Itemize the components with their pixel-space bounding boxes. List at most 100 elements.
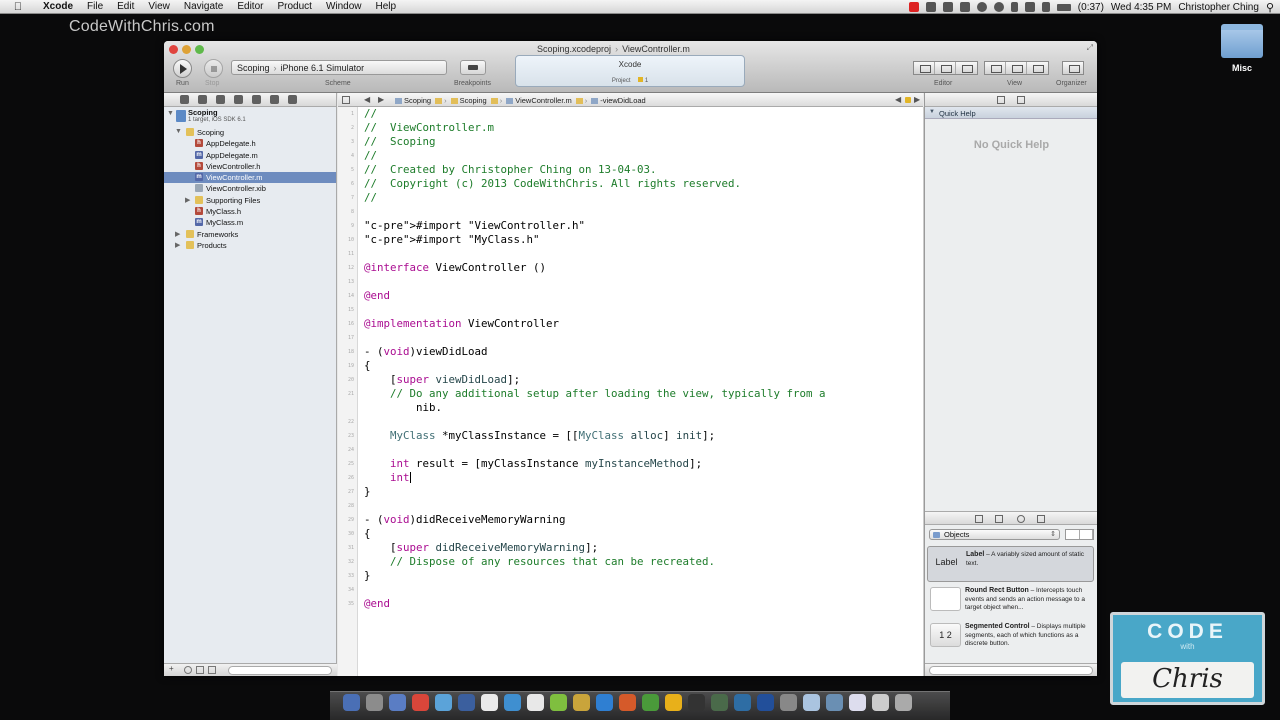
code-line[interactable]: // Do any additional setup after loading… (364, 387, 826, 401)
disclosure-open-icon[interactable]: ▼ (175, 128, 182, 135)
fullscreen-icon[interactable]: ⤢ (1087, 43, 1093, 53)
dock-app-icon[interactable] (573, 694, 590, 711)
dock-app-icon[interactable] (734, 694, 751, 711)
breakpoint-navigator-icon[interactable] (270, 95, 279, 104)
project-navigator-icon[interactable] (180, 95, 189, 104)
tree-row-file[interactable]: h AppDelegate.h (164, 138, 336, 149)
file-inspector-icon[interactable] (997, 96, 1005, 104)
code-line[interactable]: // Scoping (364, 135, 436, 149)
menu-help[interactable]: Help (369, 1, 404, 12)
code-line[interactable]: } (364, 569, 371, 583)
utilities-toggle-icon[interactable] (1027, 62, 1048, 74)
navigator-filter-field[interactable] (228, 666, 332, 675)
log-navigator-icon[interactable] (288, 95, 297, 104)
menu-file[interactable]: File (80, 1, 110, 12)
status-icon[interactable] (942, 2, 953, 12)
dock-app-icon[interactable] (895, 694, 912, 711)
code-line[interactable]: [super viewDidLoad]; (364, 373, 520, 387)
warning-icon[interactable] (638, 77, 644, 82)
issue-warning-icon[interactable] (905, 97, 911, 103)
tree-row-group-supporting-files[interactable]: ▶ Supporting Files (164, 195, 336, 206)
dock-app-icon[interactable] (849, 694, 866, 711)
project-root-row[interactable]: ▼ Scoping 1 target, iOS SDK 6.1 (164, 107, 336, 127)
view-segmented-control[interactable] (984, 61, 1049, 75)
dock-app-icon[interactable] (343, 694, 360, 711)
dock-app-icon[interactable] (642, 694, 659, 711)
dock-app-icon[interactable] (389, 694, 406, 711)
code-line[interactable]: // Created by Christopher Ching on 13-04… (364, 163, 657, 177)
line-number-gutter[interactable]: 1 2 3 4 5 6 7 8 9 10 11 12 13 14 15 16 17 18 19 20 21 22 23 24 2… (338, 107, 358, 676)
library-search-field[interactable] (929, 666, 1093, 675)
code-line[interactable]: nib. (364, 401, 442, 415)
tree-row-file[interactable]: m MyClass.m (164, 217, 336, 228)
related-items-icon[interactable] (342, 96, 350, 104)
code-snippet-library-icon[interactable] (995, 515, 1003, 523)
breadcrumb-file[interactable]: ViewController.m (506, 96, 572, 105)
dock-app-icon[interactable] (665, 694, 682, 711)
organizer-button[interactable] (1062, 61, 1084, 75)
disclosure-closed-icon[interactable]: ▶ (185, 196, 190, 204)
list-view-icon[interactable] (1080, 530, 1093, 539)
dock-app-icon[interactable] (412, 694, 429, 711)
search-navigator-icon[interactable] (216, 95, 225, 104)
dock-app-icon[interactable] (481, 694, 498, 711)
warning-count[interactable]: 1 (645, 78, 648, 84)
library-item-label[interactable]: Label Label – A variably sized amount of… (927, 546, 1094, 582)
code-line[interactable]: MyClass *myClassInstance = [[MyClass all… (364, 429, 715, 443)
time-machine-icon[interactable] (976, 2, 987, 12)
scm-status-icon[interactable] (208, 666, 216, 674)
close-icon[interactable] (169, 45, 178, 54)
code-line[interactable]: // Copyright (c) 2013 CodeWithChris. All… (364, 177, 741, 191)
library-item-segmented-control[interactable]: 1 2 Segmented Control – Displays multipl… (927, 619, 1094, 655)
wifi-icon[interactable] (1024, 2, 1035, 12)
status-icon[interactable] (959, 2, 970, 12)
forward-arrow-icon[interactable]: ▶ (378, 95, 384, 104)
unsaved-files-icon[interactable] (196, 666, 204, 674)
menu-edit[interactable]: Edit (110, 1, 141, 12)
dock-app-icon[interactable] (550, 694, 567, 711)
scheme-popup[interactable]: Scoping › iPhone 6.1 Simulator (231, 60, 447, 75)
code-line[interactable]: } (364, 485, 371, 499)
zoom-icon[interactable] (195, 45, 204, 54)
code-line[interactable]: int (364, 471, 411, 485)
stop-button[interactable] (204, 59, 223, 78)
version-editor-icon[interactable] (956, 62, 977, 74)
code-line[interactable]: - (void)viewDidLoad (364, 345, 488, 359)
tree-row-file[interactable]: h ViewController.h (164, 161, 336, 172)
battery-icon[interactable] (1056, 3, 1071, 11)
spotlight-search-icon[interactable]: ⚲ (1266, 1, 1274, 14)
source-editor[interactable]: //// ViewController.m// Scoping//// Crea… (358, 107, 923, 676)
add-file-button[interactable]: + (169, 664, 174, 673)
breakpoints-button[interactable] (460, 60, 486, 75)
dock-app-icon[interactable] (596, 694, 613, 711)
disclosure-open-icon[interactable]: ▼ (167, 110, 174, 117)
dock-app-icon[interactable] (435, 694, 452, 711)
standard-editor-icon[interactable] (914, 62, 935, 74)
code-line[interactable]: // ViewController.m (364, 121, 494, 135)
dock-app-icon[interactable] (504, 694, 521, 711)
dock-app-icon[interactable] (826, 694, 843, 711)
tree-row-file[interactable]: m AppDelegate.m (164, 150, 336, 161)
code-line[interactable]: { (364, 359, 371, 373)
issue-navigator-icon[interactable] (234, 95, 243, 104)
library-item-round-rect-button[interactable]: Round Rect Button – Intercepts touch eve… (927, 583, 1094, 619)
tree-row-group-scoping[interactable]: ▼ Scoping (164, 127, 336, 138)
code-line[interactable]: // Dispose of any resources that can be … (364, 555, 715, 569)
dock-app-icon[interactable] (757, 694, 774, 711)
menu-xcode[interactable]: Xcode (36, 1, 80, 12)
code-line[interactable]: "c-pre">#import "MyClass.h" (364, 233, 540, 247)
icon-view-icon[interactable] (1066, 530, 1080, 539)
code-line[interactable]: @implementation ViewController (364, 317, 559, 331)
dock-app-icon[interactable] (780, 694, 797, 711)
assistant-editor-icon[interactable] (935, 62, 956, 74)
code-line[interactable]: "c-pre">#import "ViewController.h" (364, 219, 585, 233)
file-template-library-icon[interactable] (975, 515, 983, 523)
menu-clock[interactable]: Wed 4:35 PM (1111, 2, 1171, 13)
volume-icon[interactable] (1041, 2, 1050, 12)
editor-segmented-control[interactable] (913, 61, 978, 75)
menu-window[interactable]: Window (319, 1, 369, 12)
tree-row-group-frameworks[interactable]: ▶ Frameworks (164, 229, 336, 240)
debug-area-toggle-icon[interactable] (1006, 62, 1027, 74)
code-line[interactable]: @interface ViewController () (364, 261, 546, 275)
disclosure-closed-icon[interactable]: ▶ (175, 241, 180, 249)
